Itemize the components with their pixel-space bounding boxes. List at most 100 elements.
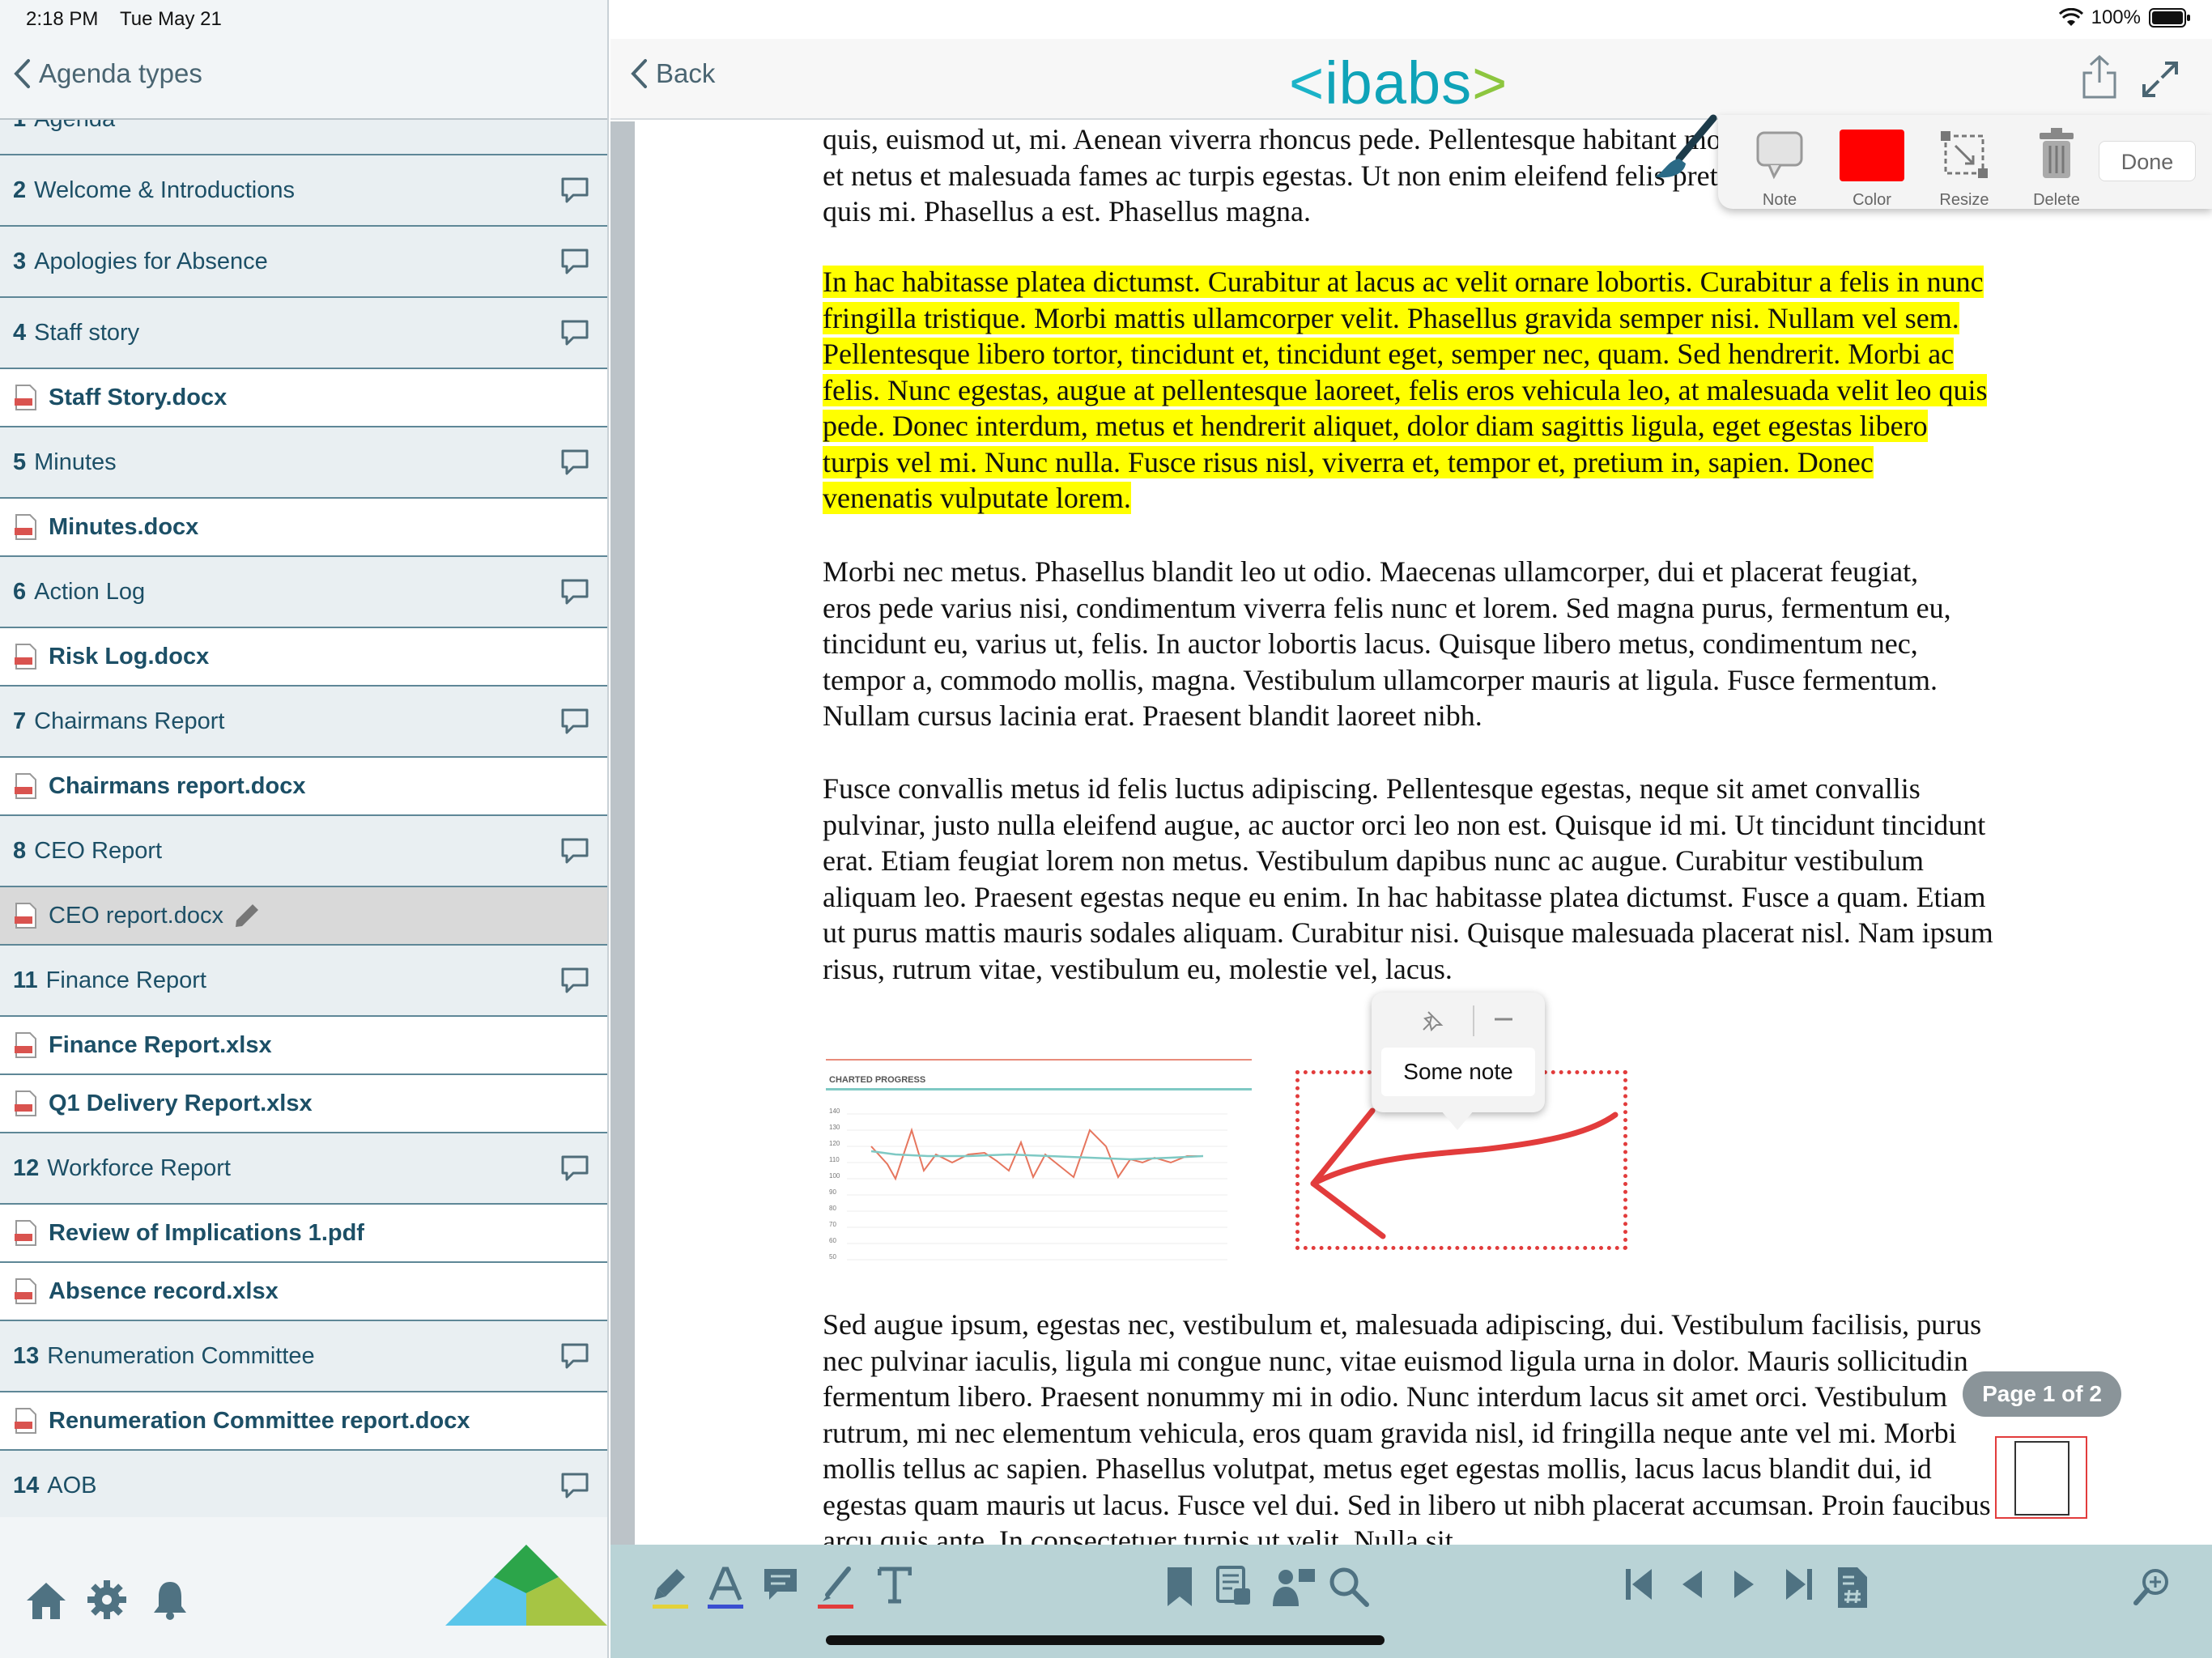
resize-icon xyxy=(1941,131,1988,178)
agenda-item-title: Welcome & Introductions xyxy=(34,176,295,203)
next-page-icon[interactable] xyxy=(1733,1566,1757,1603)
gear-icon[interactable] xyxy=(86,1579,128,1621)
comment-icon[interactable] xyxy=(560,967,589,994)
document-item[interactable]: Finance Report.xlsx xyxy=(0,1017,607,1075)
page-number-icon[interactable] xyxy=(1835,1566,1870,1609)
pdf-file-icon xyxy=(15,1032,36,1058)
document-notes-icon[interactable] xyxy=(1214,1566,1253,1608)
popup-divider xyxy=(1473,1005,1474,1036)
agenda-item-number: 11 xyxy=(13,967,38,993)
back-button[interactable]: Back xyxy=(630,58,715,89)
comment-icon[interactable] xyxy=(560,1154,589,1182)
document-item[interactable]: Risk Log.docx xyxy=(0,628,607,687)
agenda-item-number: 4 xyxy=(13,319,27,346)
agenda-item[interactable]: 7 Chairmans Report xyxy=(0,687,607,758)
agenda-item-title: Chairmans Report xyxy=(34,708,225,734)
chart-y-tick: 90 xyxy=(829,1188,836,1196)
document-item[interactable]: CEO report.docx xyxy=(0,887,607,946)
home-icon[interactable] xyxy=(24,1580,68,1621)
agenda-item[interactable]: 14 AOB xyxy=(0,1451,607,1517)
chart-plot xyxy=(847,1113,1227,1261)
chart-y-tick: 110 xyxy=(829,1156,840,1163)
pdf-file-icon xyxy=(15,644,36,670)
agenda-item-title: Workforce Report xyxy=(47,1154,231,1181)
highlighted-text[interactable]: In hac habitasse platea dictumst. Curabi… xyxy=(823,266,1988,514)
highlighter-icon[interactable] xyxy=(651,1566,690,1611)
search-icon[interactable] xyxy=(1328,1566,1370,1608)
agenda-item[interactable]: 5 Minutes xyxy=(0,427,607,499)
document-item[interactable]: Absence record.xlsx xyxy=(0,1263,607,1321)
pdf-file-icon xyxy=(15,1090,36,1116)
pdf-file-icon xyxy=(15,1408,36,1434)
page-thumbnail-navigator[interactable] xyxy=(1995,1436,2087,1519)
bell-icon[interactable] xyxy=(151,1579,189,1621)
delete-tool-button[interactable]: Delete xyxy=(2016,121,2097,209)
document-item[interactable]: Minutes.docx xyxy=(0,499,607,557)
annotation-toolbar: Note Color Resize Delete Done xyxy=(1718,115,2212,209)
chart-y-tick: 80 xyxy=(829,1205,836,1212)
text-tool-icon[interactable] xyxy=(878,1566,912,1605)
last-page-icon[interactable] xyxy=(1784,1566,1814,1603)
agenda-item-number: 1 xyxy=(13,120,26,133)
agenda-types-label: Agenda types xyxy=(39,58,202,88)
pdf-file-icon xyxy=(15,514,36,540)
color-tool-button[interactable]: Color xyxy=(1831,121,1912,209)
agenda-item-partial[interactable]: 1 Agenda xyxy=(0,120,607,155)
note-tool-button[interactable]: Note xyxy=(1739,121,1820,209)
document-top-bar: Back <ibabs> xyxy=(610,39,2212,120)
previous-page-icon[interactable] xyxy=(1679,1566,1704,1603)
pin-icon[interactable] xyxy=(1420,1009,1444,1033)
comment-icon[interactable] xyxy=(560,449,589,476)
note-text[interactable]: Some note xyxy=(1381,1048,1535,1096)
minimize-icon[interactable] xyxy=(1491,1015,1516,1023)
pencil-icon xyxy=(235,904,258,927)
agenda-item[interactable]: 11 Finance Report xyxy=(0,946,607,1017)
comment-icon[interactable] xyxy=(560,578,589,606)
comment-icon[interactable] xyxy=(560,837,589,865)
expand-icon[interactable] xyxy=(2141,60,2180,99)
sidebar-footer xyxy=(0,1545,607,1658)
document-title: CEO report.docx xyxy=(49,902,223,929)
document-title: Risk Log.docx xyxy=(49,643,210,670)
ibabs-logo-mark xyxy=(445,1545,607,1626)
agenda-item[interactable]: 8 CEO Report xyxy=(0,816,607,887)
doc-paragraph-highlighted: In hac habitasse platea dictumst. Curabi… xyxy=(823,264,1989,517)
agenda-item[interactable]: 6 Action Log xyxy=(0,557,607,628)
comment-icon[interactable] xyxy=(560,248,589,275)
brush-tool-button[interactable] xyxy=(1644,112,1725,185)
status-bar: 2:18 PM Tue May 21 100% xyxy=(0,0,2212,39)
agenda-item[interactable]: 12 Workforce Report xyxy=(0,1133,607,1205)
agenda-item[interactable]: 13 Renumeration Committee xyxy=(0,1321,607,1392)
presenter-icon[interactable] xyxy=(1271,1566,1317,1608)
chart-y-tick: 140 xyxy=(829,1107,840,1115)
zoom-in-icon[interactable] xyxy=(2131,1566,2173,1608)
note-tool-label: Note xyxy=(1762,191,1797,209)
document-title: Renumeration Committee report.docx xyxy=(49,1407,470,1434)
done-button[interactable]: Done xyxy=(2099,141,2196,181)
bookmark-icon[interactable] xyxy=(1166,1566,1193,1608)
comment-icon[interactable] xyxy=(560,1472,589,1499)
chart-image: CHARTED PROGRESS 140 130 120 110 100 90 80 70 60… xyxy=(823,1057,1252,1268)
document-item[interactable]: Chairmans report.docx xyxy=(0,758,607,816)
document-item[interactable]: Review of Implications 1.pdf xyxy=(0,1205,607,1263)
document-item[interactable]: Renumeration Committee report.docx xyxy=(0,1392,607,1451)
comment-icon[interactable] xyxy=(560,1342,589,1370)
share-icon[interactable] xyxy=(2081,55,2118,100)
comment-icon[interactable] xyxy=(560,319,589,346)
agenda-item-number: 3 xyxy=(13,248,27,274)
agenda-item[interactable]: 2 Welcome & Introductions xyxy=(0,155,607,227)
comment-icon[interactable] xyxy=(761,1566,800,1605)
resize-tool-button[interactable]: Resize xyxy=(1924,121,2005,209)
first-page-icon[interactable] xyxy=(1624,1566,1653,1603)
document-item[interactable]: Staff Story.docx xyxy=(0,369,607,427)
agenda-item[interactable]: 4 Staff story xyxy=(0,298,607,369)
agenda-types-back-button[interactable]: Agenda types xyxy=(13,58,202,89)
agenda-item-number: 13 xyxy=(13,1342,40,1369)
note-pointer xyxy=(1441,1111,1474,1130)
text-color-icon[interactable] xyxy=(706,1566,745,1611)
agenda-item[interactable]: 3 Apologies for Absence xyxy=(0,227,607,298)
document-item[interactable]: Q1 Delivery Report.xlsx xyxy=(0,1075,607,1133)
comment-icon[interactable] xyxy=(560,708,589,735)
comment-icon[interactable] xyxy=(560,176,589,204)
pen-icon[interactable] xyxy=(816,1566,855,1611)
